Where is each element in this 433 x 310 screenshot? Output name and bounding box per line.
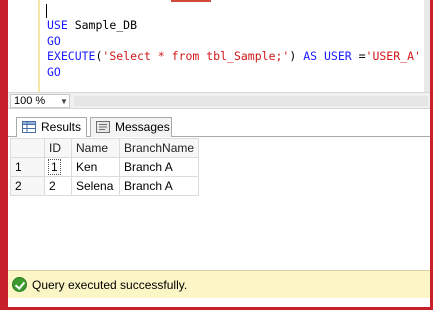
- zoom-bar: 100 % ▼: [8, 92, 430, 109]
- results-grid: ID Name BranchName 1 1 Ken Branch A 2 2 …: [8, 137, 430, 270]
- keyword-go-end: GO: [47, 64, 61, 79]
- results-table[interactable]: ID Name BranchName 1 1 Ken Branch A 2 2 …: [10, 138, 200, 196]
- results-tab-strip: Results Messages: [8, 109, 430, 138]
- grid-corner[interactable]: [10, 138, 45, 158]
- sql-code[interactable]: USE Sample_DB GO EXECUTE('Select * from …: [47, 18, 421, 80]
- table-cell[interactable]: 1: [44, 157, 72, 177]
- database-name: Sample_DB: [67, 18, 138, 32]
- row-number[interactable]: 2: [10, 176, 45, 196]
- change-tracking-bar: [38, 0, 40, 92]
- table-cell[interactable]: Branch A: [118, 157, 200, 177]
- editor-vertical-scrollbar[interactable]: [424, 0, 430, 92]
- tab-results-label: Results: [41, 120, 82, 134]
- previous-line-fragment: [171, 0, 211, 2]
- text-caret: [46, 4, 47, 18]
- column-header-id[interactable]: ID: [44, 138, 72, 158]
- status-bar: Query executed successfully.: [8, 270, 430, 298]
- equals-sign: =: [351, 49, 366, 63]
- table-cell[interactable]: Selena: [71, 176, 120, 196]
- header-row: ID Name BranchName: [10, 138, 200, 158]
- tab-messages[interactable]: Messages: [90, 117, 172, 137]
- keyword-go: GO: [47, 33, 61, 48]
- cell-value: 1: [48, 159, 61, 175]
- grid-icon: [22, 121, 36, 133]
- query-string: 'Select * from tbl_Sample;': [102, 49, 290, 63]
- column-header-name[interactable]: Name: [71, 138, 120, 158]
- tab-messages-label: Messages: [115, 120, 170, 134]
- query-editor[interactable]: USE Sample_DB GO EXECUTE('Select * from …: [8, 0, 430, 92]
- table-row: 1 1 Ken Branch A: [10, 157, 200, 177]
- keyword-use: USE: [47, 18, 68, 32]
- row-number[interactable]: 1: [10, 157, 45, 177]
- editor-gutter: [8, 0, 38, 92]
- keyword-execute: EXECUTE: [47, 49, 96, 63]
- editor-horizontal-scrollbar[interactable]: [74, 96, 428, 106]
- window-frame-left: [0, 0, 8, 310]
- editor-top-strip: [8, 0, 430, 4]
- zoom-value: 100 %: [14, 95, 46, 107]
- table-row: 2 2 Selena Branch A: [10, 176, 200, 196]
- keyword-as-user: AS USER: [303, 49, 352, 63]
- messages-icon: [96, 121, 110, 133]
- column-header-branchname[interactable]: BranchName: [118, 138, 200, 158]
- table-cell[interactable]: Branch A: [118, 176, 200, 196]
- status-bar-bottom-edge: [8, 298, 430, 307]
- status-message: Query executed successfully.: [32, 278, 188, 292]
- tab-results[interactable]: Results: [16, 117, 87, 138]
- check-circle-icon: [12, 277, 27, 292]
- paren-close: ): [289, 49, 304, 63]
- user-string: 'USER_A': [365, 49, 421, 63]
- table-cell[interactable]: Ken: [71, 157, 120, 177]
- table-cell[interactable]: 2: [44, 176, 72, 196]
- chevron-down-icon[interactable]: ▼: [60, 97, 68, 106]
